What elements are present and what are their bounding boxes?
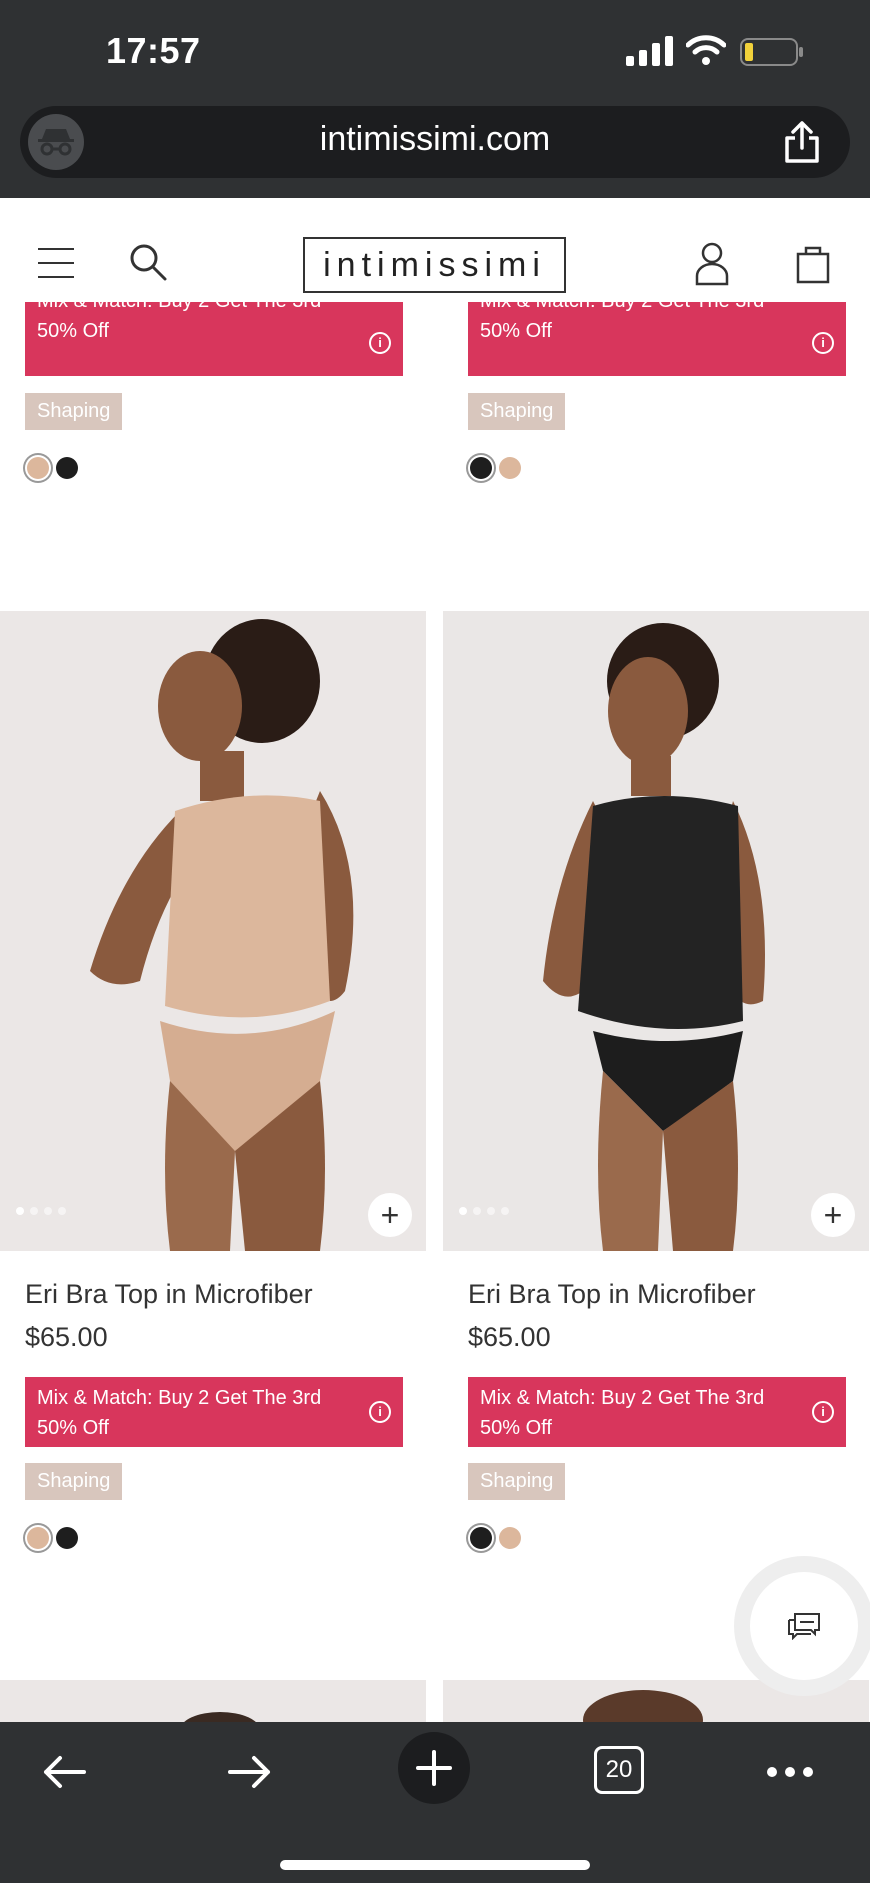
more-icon[interactable]	[760, 1742, 820, 1802]
info-icon[interactable]: i	[812, 1401, 834, 1423]
info-icon[interactable]: i	[369, 332, 391, 354]
color-swatch-black[interactable]	[56, 1527, 78, 1549]
color-swatch-nude[interactable]	[499, 1527, 521, 1549]
promo-banner[interactable]: Mix & Match: Buy 2 Get The 3rd 50% Off i	[468, 302, 846, 376]
promo-text-line2: 50% Off	[37, 1417, 109, 1439]
promo-text-line1: Mix & Match: Buy 2 Get The 3rd	[480, 302, 846, 316]
model-photo-partial	[180, 1712, 260, 1748]
tabs-icon[interactable]: 20	[594, 1746, 644, 1794]
promo-text-line1: Mix & Match: Buy 2 Get The 3rd	[480, 1387, 765, 1409]
promo-banner[interactable]: Mix & Match: Buy 2 Get The 3rd 50% Off i	[25, 302, 403, 376]
color-swatch-nude[interactable]	[27, 457, 49, 479]
wifi-icon	[686, 35, 726, 65]
back-arrow-icon[interactable]	[34, 1742, 94, 1802]
shaping-tag: Shaping	[468, 393, 566, 430]
menu-icon[interactable]	[38, 248, 74, 278]
model-photo-nude	[0, 611, 426, 1251]
search-icon[interactable]	[128, 242, 168, 282]
chat-button[interactable]	[734, 1556, 870, 1696]
browser-top-bar: 17:57 intimissimi.com	[0, 0, 870, 198]
info-icon[interactable]: i	[369, 1401, 391, 1423]
info-icon[interactable]: i	[812, 332, 834, 354]
image-carousel-dots[interactable]	[16, 1207, 66, 1215]
shaping-tag: Shaping	[25, 393, 123, 430]
home-indicator[interactable]	[280, 1860, 590, 1870]
new-tab-plus-icon[interactable]	[398, 1732, 470, 1804]
image-carousel-dots[interactable]	[459, 1207, 509, 1215]
address-bar[interactable]: intimissimi.com	[20, 106, 850, 178]
shopping-bag-icon[interactable]	[796, 244, 830, 284]
product-name[interactable]: Eri Bra Top in Microfiber	[25, 1279, 313, 1310]
quick-add-button[interactable]: +	[811, 1193, 855, 1237]
promo-text-line2: 50% Off	[480, 320, 552, 342]
color-swatch-black[interactable]	[470, 1527, 492, 1549]
color-swatch-black[interactable]	[470, 457, 492, 479]
product-image-partial[interactable]	[0, 1680, 426, 1748]
promo-banner[interactable]: Mix & Match: Buy 2 Get The 3rd 50% Off i	[25, 1377, 403, 1447]
forward-arrow-icon[interactable]	[220, 1742, 280, 1802]
color-swatch-nude[interactable]	[499, 457, 521, 479]
product-price: $65.00	[25, 1322, 108, 1352]
site-logo[interactable]: intimissimi	[303, 237, 566, 293]
product-image[interactable]: +	[0, 611, 426, 1251]
share-icon[interactable]	[782, 120, 822, 164]
promo-text-line2: 50% Off	[37, 320, 109, 342]
promo-banner[interactable]: Mix & Match: Buy 2 Get The 3rd 50% Off i	[468, 1377, 846, 1447]
cellular-signal-icon	[626, 36, 673, 66]
product-name[interactable]: Eri Bra Top in Microfiber	[468, 1279, 756, 1310]
product-image[interactable]: +	[443, 611, 869, 1251]
color-swatch-nude[interactable]	[27, 1527, 49, 1549]
promo-text-line2: 50% Off	[480, 1417, 552, 1439]
model-photo-black	[443, 611, 869, 1251]
color-swatch-black[interactable]	[56, 457, 78, 479]
url-text[interactable]: intimissimi.com	[20, 120, 850, 159]
chat-icon	[788, 1613, 820, 1640]
account-icon[interactable]	[694, 242, 730, 286]
shaping-tag: Shaping	[468, 1463, 566, 1500]
quick-add-button[interactable]: +	[368, 1193, 412, 1237]
promo-text-line1: Mix & Match: Buy 2 Get The 3rd	[37, 1387, 322, 1409]
shaping-tag: Shaping	[25, 1463, 123, 1500]
status-time: 17:57	[106, 30, 201, 71]
browser-bottom-bar: 20	[0, 1722, 870, 1883]
product-price: $65.00	[468, 1322, 551, 1352]
battery-icon	[740, 38, 803, 66]
promo-text-line1: Mix & Match: Buy 2 Get The 3rd	[37, 302, 403, 316]
